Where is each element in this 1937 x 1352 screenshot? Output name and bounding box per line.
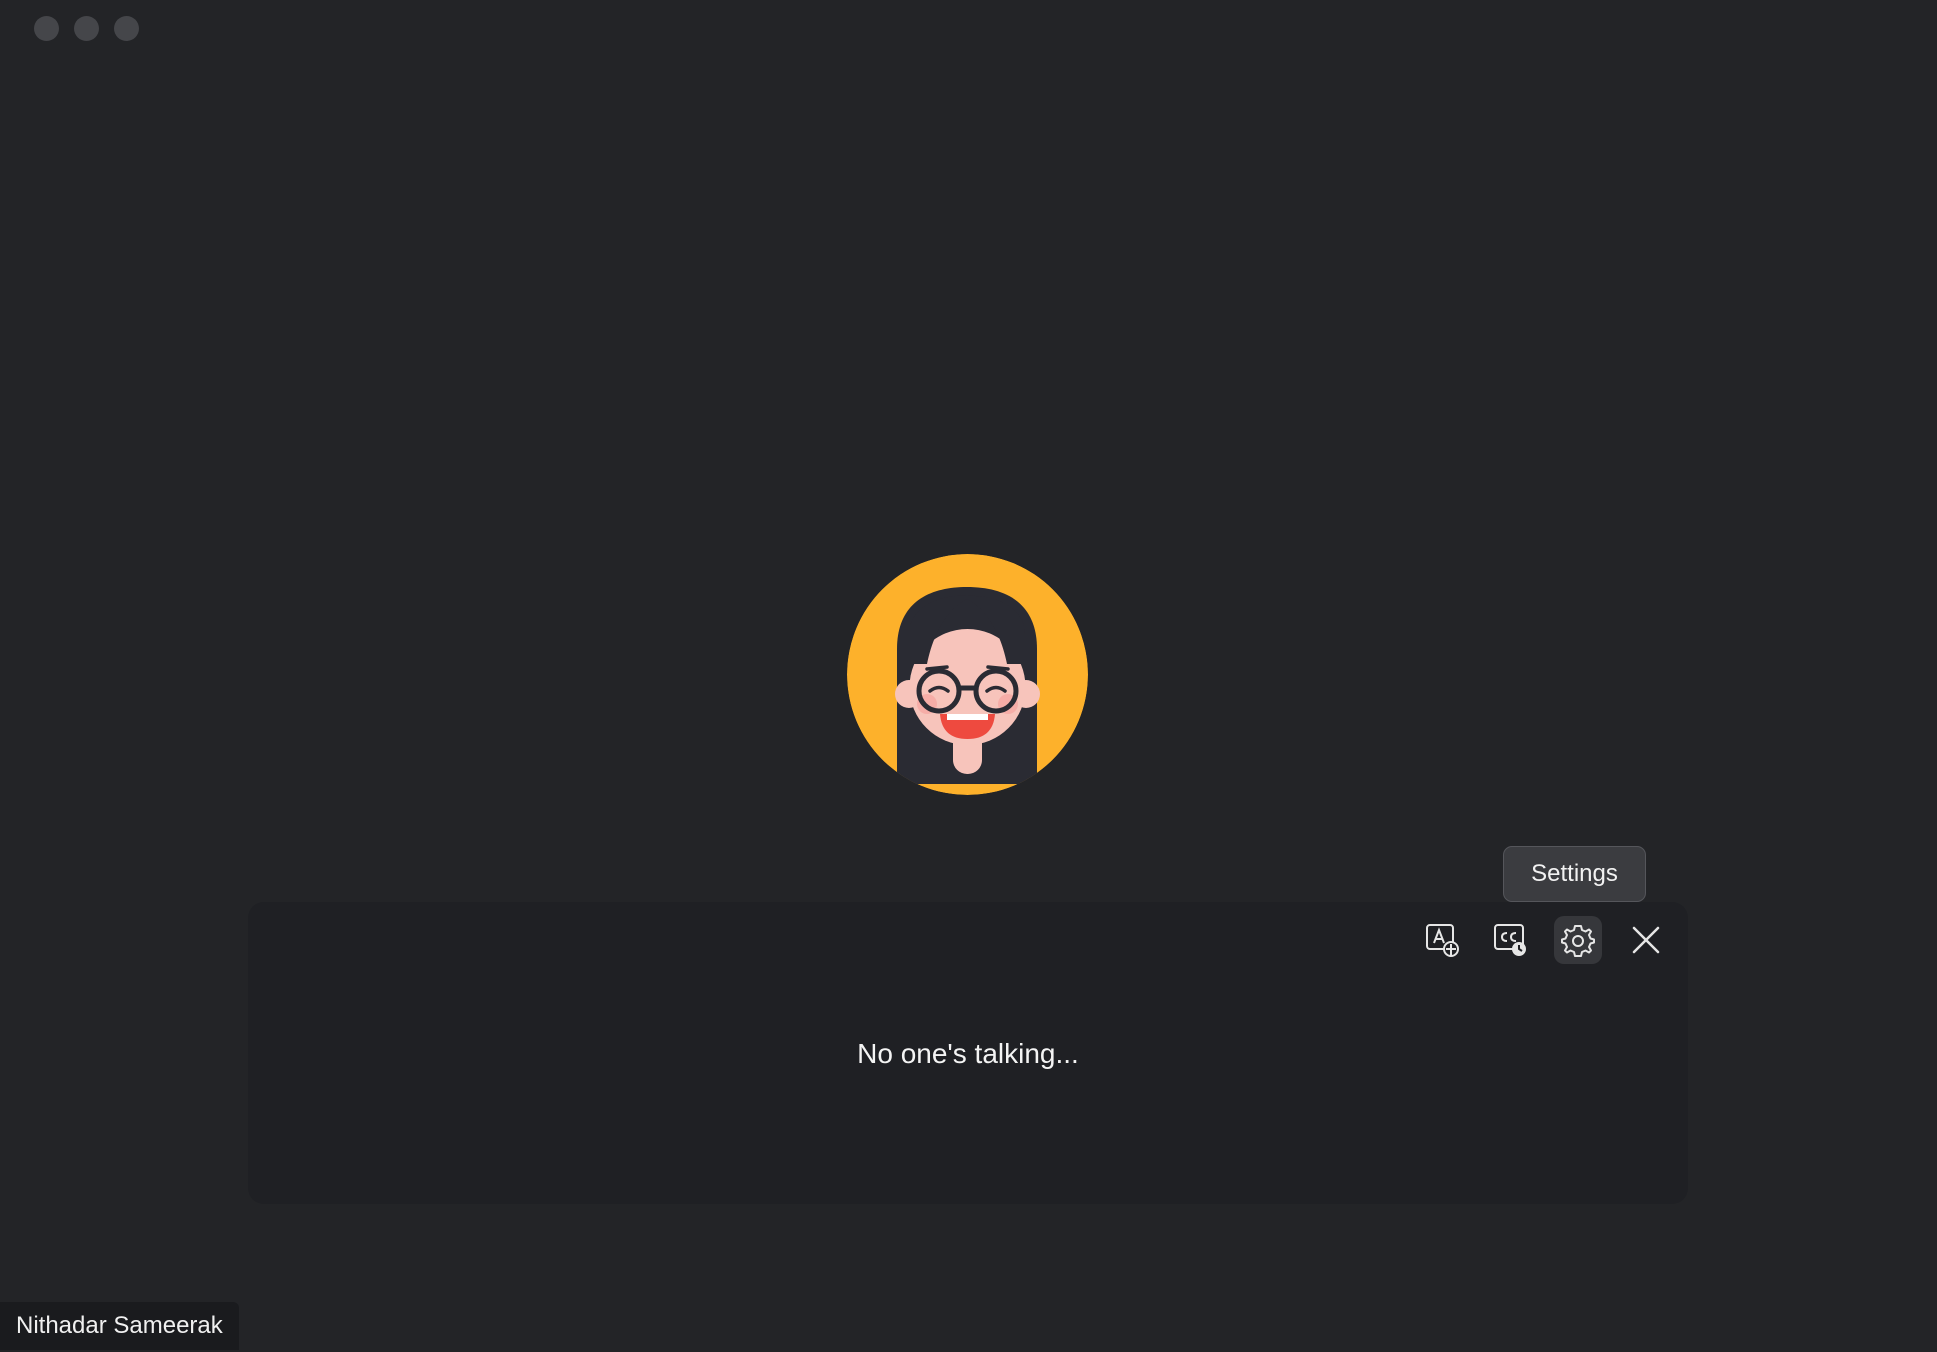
gear-icon <box>1561 925 1595 957</box>
window-controls <box>34 16 139 41</box>
settings-tooltip: Settings <box>1503 846 1646 902</box>
translate-button[interactable] <box>1418 916 1466 964</box>
captions-panel: No one's talking... <box>248 902 1688 1204</box>
woman-with-glasses-avatar-icon <box>847 554 1088 795</box>
meeting-window: Settings No one's talking... Nithadar Sa… <box>0 0 1937 1352</box>
caption-history-icon <box>1494 924 1526 956</box>
participant-name: Nithadar Sameerak <box>16 1312 223 1339</box>
zoom-window-button[interactable] <box>114 16 139 41</box>
translate-icon <box>1426 924 1459 957</box>
minimize-window-button[interactable] <box>74 16 99 41</box>
participant-name-tag: Nithadar Sameerak <box>0 1302 239 1350</box>
settings-button[interactable] <box>1554 916 1602 964</box>
captions-status-text: No one's talking... <box>857 1038 1079 1069</box>
captions-toolbar <box>1418 916 1670 964</box>
close-captions-button[interactable] <box>1622 916 1670 964</box>
close-window-button[interactable] <box>34 16 59 41</box>
tooltip-text: Settings <box>1531 860 1618 887</box>
participant-avatar <box>847 554 1088 795</box>
close-icon <box>1632 926 1660 954</box>
caption-history-button[interactable] <box>1486 916 1534 964</box>
